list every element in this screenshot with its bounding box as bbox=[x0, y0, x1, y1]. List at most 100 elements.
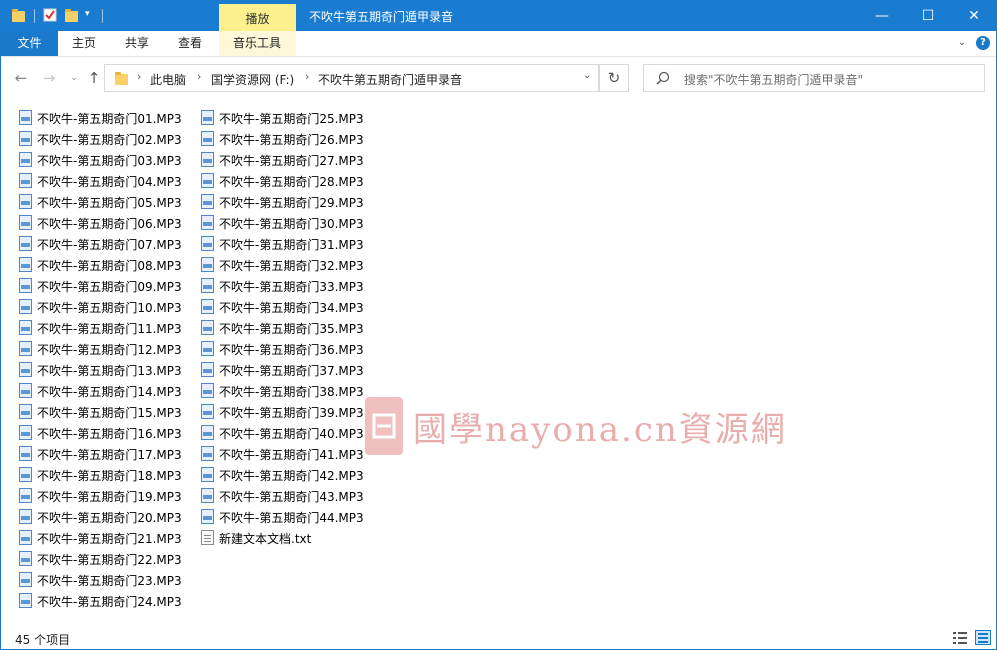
close-button[interactable]: ✕ bbox=[951, 1, 996, 31]
back-button[interactable]: ← bbox=[12, 69, 30, 87]
contextual-tab-label: 播放 bbox=[245, 12, 270, 26]
minimize-button[interactable]: — bbox=[859, 1, 905, 31]
status-bar: 45 个项目 bbox=[1, 627, 996, 649]
file-name: 不吹牛-第五期奇门07.MP3 bbox=[37, 238, 182, 252]
folder-icon[interactable] bbox=[12, 9, 25, 22]
file-name: 不吹牛-第五期奇门41.MP3 bbox=[219, 448, 364, 462]
file-name: 不吹牛-第五期奇门04.MP3 bbox=[37, 175, 182, 189]
recent-locations-icon[interactable]: ⌄ bbox=[65, 69, 83, 87]
file-name: 不吹牛-第五期奇门37.MP3 bbox=[219, 364, 364, 378]
audio-file-icon bbox=[201, 215, 214, 230]
breadcrumb-drive[interactable]: 国学资源网 (F:) bbox=[211, 71, 294, 88]
audio-file-icon bbox=[201, 131, 214, 146]
breadcrumb-current-folder[interactable]: 不吹牛第五期奇门遁甲录音 bbox=[318, 71, 462, 88]
audio-file-icon bbox=[201, 299, 214, 314]
watermark-seal bbox=[365, 397, 403, 455]
new-folder-icon[interactable] bbox=[65, 9, 78, 22]
help-icon[interactable]: ? bbox=[976, 36, 990, 50]
file-name: 不吹牛-第五期奇门12.MP3 bbox=[37, 343, 182, 357]
file-name: 不吹牛-第五期奇门09.MP3 bbox=[37, 280, 182, 294]
audio-file-icon bbox=[19, 446, 32, 461]
file-name: 不吹牛-第五期奇门33.MP3 bbox=[219, 280, 364, 294]
search-icon bbox=[656, 71, 670, 85]
forward-button[interactable]: → bbox=[40, 69, 58, 87]
breadcrumb-separator[interactable]: › bbox=[197, 70, 201, 83]
file-name: 不吹牛-第五期奇门06.MP3 bbox=[37, 217, 182, 231]
file-name: 不吹牛-第五期奇门35.MP3 bbox=[219, 322, 364, 336]
search-input[interactable]: 搜索"不吹牛第五期奇门遁甲录音" bbox=[684, 71, 863, 88]
customize-toolbar-icon[interactable]: ▾ bbox=[85, 9, 90, 19]
file-name: 不吹牛-第五期奇门31.MP3 bbox=[219, 238, 364, 252]
file-name: 不吹牛-第五期奇门15.MP3 bbox=[37, 406, 182, 420]
details-view-icon[interactable] bbox=[952, 631, 968, 645]
file-name: 不吹牛-第五期奇门25.MP3 bbox=[219, 112, 364, 126]
audio-file-icon bbox=[201, 110, 214, 125]
audio-file-icon bbox=[19, 551, 32, 566]
properties-icon[interactable] bbox=[43, 8, 57, 22]
item-count: 45 个项目 bbox=[15, 633, 71, 647]
audio-file-icon bbox=[201, 383, 214, 398]
text-file-icon bbox=[201, 530, 214, 545]
audio-file-icon bbox=[19, 257, 32, 272]
audio-file-icon bbox=[19, 110, 32, 125]
tab-home[interactable]: 主页 bbox=[72, 31, 96, 56]
file-name: 不吹牛-第五期奇门08.MP3 bbox=[37, 259, 182, 273]
audio-file-icon bbox=[19, 278, 32, 293]
folder-icon bbox=[115, 72, 128, 85]
file-name: 不吹牛-第五期奇门32.MP3 bbox=[219, 259, 364, 273]
file-name: 不吹牛-第五期奇门30.MP3 bbox=[219, 217, 364, 231]
maximize-button[interactable]: ☐ bbox=[905, 1, 951, 31]
audio-file-icon bbox=[201, 341, 214, 356]
audio-file-icon bbox=[201, 362, 214, 377]
audio-file-icon bbox=[201, 404, 214, 419]
file-name: 不吹牛-第五期奇门38.MP3 bbox=[219, 385, 364, 399]
audio-file-icon bbox=[19, 572, 32, 587]
breadcrumb-separator[interactable]: › bbox=[305, 70, 309, 83]
tab-file[interactable]: 文件 bbox=[1, 31, 58, 56]
audio-file-icon bbox=[19, 509, 32, 524]
up-button[interactable]: ↑ bbox=[85, 69, 103, 87]
file-name: 不吹牛-第五期奇门19.MP3 bbox=[37, 490, 182, 504]
audio-file-icon bbox=[201, 425, 214, 440]
audio-file-icon bbox=[19, 194, 32, 209]
search-box[interactable]: 搜索"不吹牛第五期奇门遁甲录音" bbox=[643, 64, 985, 92]
audio-file-icon bbox=[201, 257, 214, 272]
contextual-tab-header[interactable]: 播放 bbox=[219, 4, 296, 31]
breadcrumb-this-pc[interactable]: 此电脑 bbox=[150, 71, 186, 88]
audio-file-icon bbox=[19, 383, 32, 398]
audio-file-icon bbox=[19, 320, 32, 335]
list-view-icon[interactable] bbox=[975, 630, 991, 645]
audio-file-icon bbox=[201, 446, 214, 461]
file-name: 不吹牛-第五期奇门29.MP3 bbox=[219, 196, 364, 210]
audio-file-icon bbox=[19, 173, 32, 188]
file-name: 不吹牛-第五期奇门01.MP3 bbox=[37, 112, 182, 126]
file-name: 不吹牛-第五期奇门24.MP3 bbox=[37, 595, 182, 609]
audio-file-icon bbox=[19, 530, 32, 545]
audio-file-icon bbox=[19, 299, 32, 314]
file-name: 不吹牛-第五期奇门42.MP3 bbox=[219, 469, 364, 483]
tab-music-tools[interactable]: 音乐工具 bbox=[233, 31, 281, 56]
file-name: 不吹牛-第五期奇门18.MP3 bbox=[37, 469, 182, 483]
file-name: 不吹牛-第五期奇门22.MP3 bbox=[37, 553, 182, 567]
audio-file-icon bbox=[19, 404, 32, 419]
file-name: 新建文本文档.txt bbox=[219, 532, 312, 546]
file-list: 不吹牛-第五期奇门01.MP3 不吹牛-第五期奇门02.MP3 不吹牛-第五期奇门0… bbox=[1, 101, 996, 626]
expand-ribbon-icon[interactable]: ⌄ bbox=[955, 36, 969, 50]
file-name: 不吹牛-第五期奇门26.MP3 bbox=[219, 133, 364, 147]
tab-share[interactable]: 共享 bbox=[125, 31, 149, 56]
audio-file-icon bbox=[19, 236, 32, 251]
watermark-text: 國學nayona.cn資源網 bbox=[413, 410, 787, 450]
audio-file-icon bbox=[201, 173, 214, 188]
address-dropdown-icon[interactable]: ⌄ bbox=[583, 70, 591, 81]
audio-file-icon bbox=[19, 152, 32, 167]
window-title: 不吹牛第五期奇门遁甲录音 bbox=[309, 10, 454, 24]
refresh-button[interactable]: ↻ bbox=[599, 64, 629, 92]
tab-view[interactable]: 查看 bbox=[178, 31, 202, 56]
audio-file-icon bbox=[19, 341, 32, 356]
breadcrumb-separator[interactable]: › bbox=[137, 70, 141, 83]
file-name: 不吹牛-第五期奇门43.MP3 bbox=[219, 490, 364, 504]
audio-file-icon bbox=[19, 425, 32, 440]
file-name: 不吹牛-第五期奇门11.MP3 bbox=[37, 322, 182, 336]
audio-file-icon bbox=[201, 152, 214, 167]
address-bar[interactable]: › 此电脑 › 国学资源网 (F:) › 不吹牛第五期奇门遁甲录音 ⌄ bbox=[104, 64, 599, 92]
